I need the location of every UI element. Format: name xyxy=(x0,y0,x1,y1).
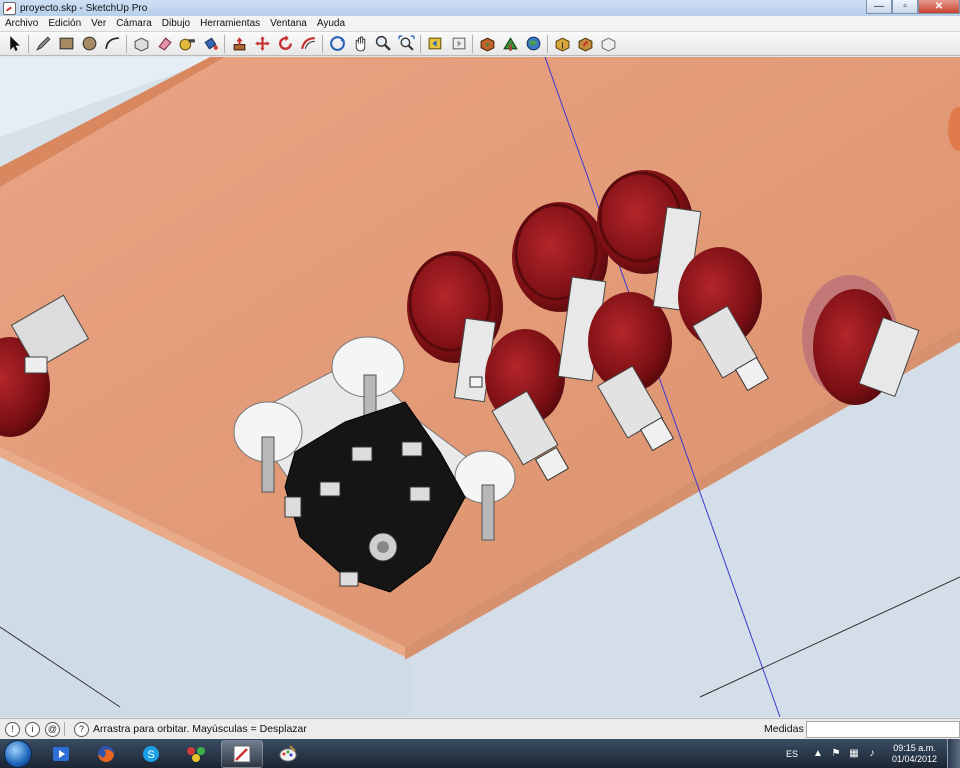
toolbar-separator xyxy=(420,34,421,53)
main-toolbar xyxy=(0,32,960,56)
pencil-line-icon[interactable] xyxy=(33,34,53,54)
maximize-button[interactable]: ▫ xyxy=(892,0,918,14)
menu-edicion[interactable]: Edición xyxy=(43,18,86,29)
menu-dibujo[interactable]: Dibujo xyxy=(157,18,195,29)
share-component-icon[interactable] xyxy=(575,34,595,54)
menu-camara[interactable]: Cámara xyxy=(111,18,157,29)
joystick-shaft xyxy=(377,541,389,553)
media-player-icon[interactable] xyxy=(41,741,81,767)
network-icon[interactable] xyxy=(176,741,216,767)
extension-icon[interactable] xyxy=(598,34,618,54)
clock-date: 01/04/2012 xyxy=(891,753,937,764)
joystick-switch-6 xyxy=(284,496,302,518)
select-arrow-icon[interactable] xyxy=(4,34,24,54)
volume-icon[interactable]: ♪ xyxy=(866,748,878,760)
pan-hand-icon[interactable] xyxy=(350,34,370,54)
circle-icon[interactable] xyxy=(79,34,99,54)
network-status-icon[interactable]: ▦ xyxy=(848,748,860,760)
menu-ver[interactable]: Ver xyxy=(86,18,111,29)
action-center-icon[interactable]: ⚑ xyxy=(830,748,842,760)
eraser-icon[interactable] xyxy=(154,34,174,54)
firefox-icon[interactable] xyxy=(86,741,126,767)
arc-icon[interactable] xyxy=(102,34,122,54)
toolbar-separator xyxy=(472,34,473,53)
make-component-icon[interactable] xyxy=(131,34,151,54)
rectangle-icon[interactable] xyxy=(56,34,76,54)
title-bar: proyecto.skp - SketchUp Pro — ▫ ✕ xyxy=(0,0,960,16)
rotate-icon[interactable] xyxy=(275,34,295,54)
credits-icon[interactable]: i xyxy=(25,721,40,737)
joystick-switch-5 xyxy=(339,571,359,587)
menu-archivo[interactable]: Archivo xyxy=(0,18,43,29)
menu-bar: Archivo Edición Ver Cámara Dibujo Herram… xyxy=(0,16,960,32)
joystick-bolt-1 xyxy=(261,436,275,493)
menu-herramientas[interactable]: Herramientas xyxy=(195,18,265,29)
clock[interactable]: 09:15 a.m. 01/04/2012 xyxy=(892,743,937,765)
start-button[interactable] xyxy=(0,739,36,768)
status-hint: Arrastra para orbitar. Mayúsculas = Desp… xyxy=(93,723,307,735)
toolbar-separator xyxy=(28,34,29,53)
show-desktop-button[interactable] xyxy=(947,739,960,768)
minimize-button[interactable]: — xyxy=(866,0,892,14)
get-components-icon[interactable] xyxy=(552,34,572,54)
push-pull-icon[interactable] xyxy=(229,34,249,54)
toolbar-separator xyxy=(547,34,548,53)
window-controls: — ▫ ✕ xyxy=(866,0,960,14)
system-tray: ES ▲ ⚑ ▦ ♪ 09:15 a.m. 01/04/2012 xyxy=(786,739,960,768)
tape-measure-icon[interactable] xyxy=(177,34,197,54)
share-model-icon[interactable] xyxy=(500,34,520,54)
joystick-bolt-3 xyxy=(481,484,495,541)
offset-icon[interactable] xyxy=(298,34,318,54)
menu-ventana[interactable]: Ventana xyxy=(265,18,312,29)
joystick-switch-3 xyxy=(319,481,341,497)
geo-location-icon[interactable]: ! xyxy=(5,721,20,737)
zoom-extents-icon[interactable] xyxy=(396,34,416,54)
language-indicator[interactable]: ES xyxy=(786,749,798,759)
joystick-switch-1 xyxy=(351,446,373,462)
skype-icon[interactable]: S xyxy=(131,741,171,767)
measurements-label: Medidas xyxy=(764,723,804,735)
menu-ayuda[interactable]: Ayuda xyxy=(312,18,350,29)
sketchup-icon[interactable] xyxy=(221,739,263,768)
get-models-icon[interactable] xyxy=(477,34,497,54)
paint-bucket-icon[interactable] xyxy=(200,34,220,54)
zoom-icon[interactable] xyxy=(373,34,393,54)
next-view-icon[interactable] xyxy=(448,34,468,54)
windows-logo-icon xyxy=(4,739,32,768)
joystick-switch-2 xyxy=(401,441,423,457)
window-title: proyecto.skp - SketchUp Pro xyxy=(20,2,148,14)
show-hidden-icons-icon[interactable]: ▲ xyxy=(812,748,824,760)
toolbar-separator xyxy=(224,34,225,53)
clock-time: 09:15 a.m. xyxy=(893,742,936,753)
viewport-canvas[interactable] xyxy=(0,57,960,717)
orbit-icon[interactable] xyxy=(327,34,347,54)
status-bar: ! i @ ? Arrastra para orbitar. Mayúscula… xyxy=(0,718,960,739)
toolbar-separator xyxy=(126,34,127,53)
taskbar: S ES ▲ ⚑ ▦ ♪ 09:15 a.m. 01/04/2012 xyxy=(0,739,960,768)
joystick-switch-4 xyxy=(409,486,431,502)
help-icon[interactable]: ? xyxy=(74,721,89,737)
paint-icon[interactable] xyxy=(268,741,308,767)
status-separator xyxy=(64,722,65,736)
user-account-icon[interactable]: @ xyxy=(45,721,60,737)
measurements-input[interactable] xyxy=(806,721,960,738)
previous-view-icon[interactable] xyxy=(425,34,445,54)
move-icon[interactable] xyxy=(252,34,272,54)
close-button[interactable]: ✕ xyxy=(918,0,960,14)
toolbar-separator xyxy=(322,34,323,53)
google-earth-icon[interactable] xyxy=(523,34,543,54)
svg-text:S: S xyxy=(147,749,154,761)
model-viewport[interactable] xyxy=(0,57,960,717)
sketchup-app-icon xyxy=(3,1,16,15)
